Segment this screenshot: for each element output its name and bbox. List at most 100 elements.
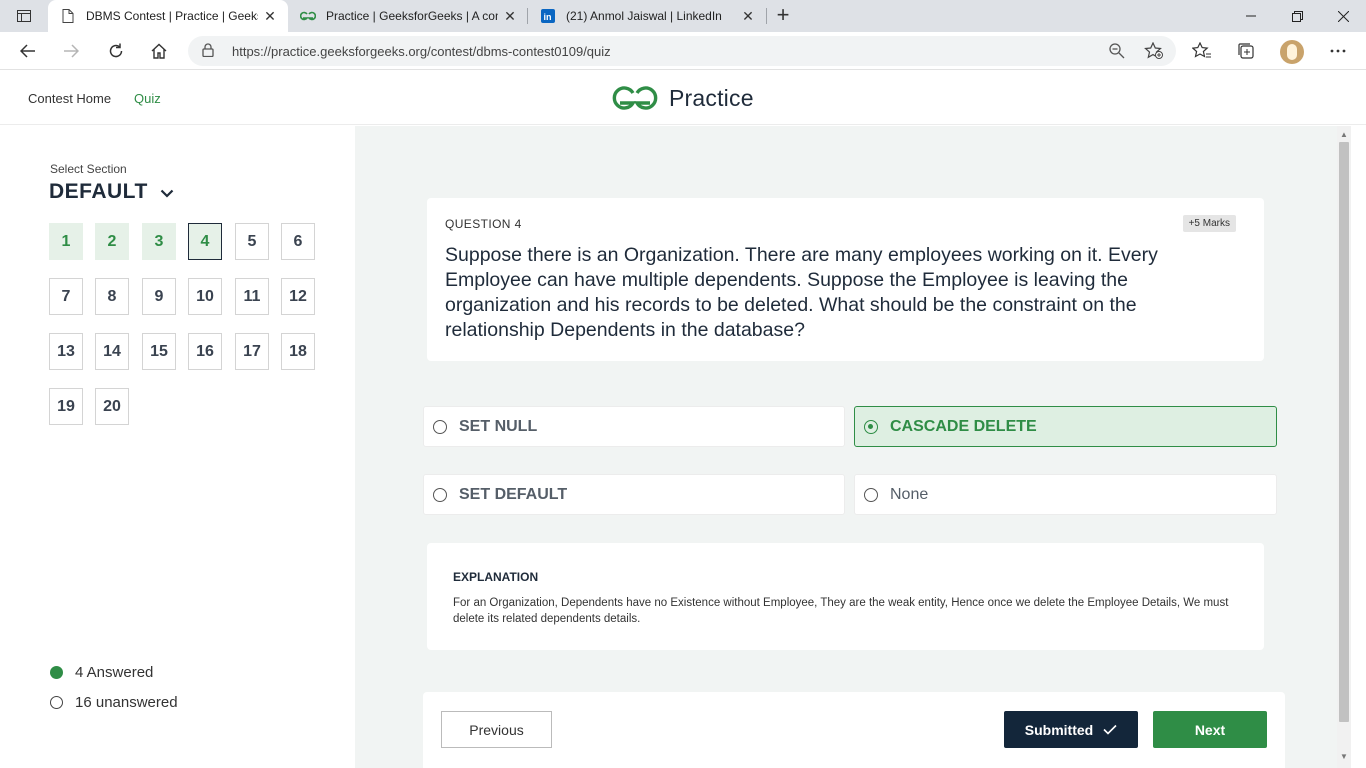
radio-icon[interactable] bbox=[864, 487, 878, 502]
previous-button[interactable]: Previous bbox=[441, 711, 552, 748]
add-favorite-icon[interactable] bbox=[1144, 41, 1164, 65]
home-icon[interactable] bbox=[145, 37, 173, 65]
nav-contest-home[interactable]: Contest Home bbox=[28, 91, 111, 106]
question-button-4[interactable]: 4 bbox=[188, 223, 222, 260]
document-icon bbox=[60, 8, 76, 24]
favorites-icon[interactable] bbox=[1192, 41, 1212, 61]
explanation-card: EXPLANATION For an Organization, Depende… bbox=[427, 543, 1264, 650]
option-label: SET DEFAULT bbox=[459, 485, 568, 503]
radio-icon[interactable] bbox=[433, 487, 447, 502]
question-button-9[interactable]: 9 bbox=[142, 278, 176, 315]
question-button-15[interactable]: 15 bbox=[142, 333, 176, 370]
unanswered-count: 16 unanswered bbox=[75, 694, 178, 711]
option-set-default[interactable]: SET DEFAULT bbox=[423, 474, 845, 515]
linkedin-icon: in bbox=[540, 8, 556, 24]
question-button-20[interactable]: 20 bbox=[95, 388, 129, 425]
answered-count: 4 Answered bbox=[75, 664, 154, 681]
option-set-null[interactable]: SET NULL bbox=[423, 406, 845, 447]
scrollbar-thumb[interactable] bbox=[1339, 142, 1349, 722]
more-menu-icon[interactable] bbox=[1328, 41, 1348, 61]
nav-quiz[interactable]: Quiz bbox=[134, 91, 161, 106]
scroll-down-icon[interactable]: ▼ bbox=[1340, 752, 1348, 761]
option-label: None bbox=[890, 485, 929, 503]
close-tab-icon[interactable]: ✕ bbox=[262, 8, 278, 25]
next-button[interactable]: Next bbox=[1153, 711, 1267, 748]
back-icon[interactable] bbox=[14, 37, 42, 65]
chevron-down-icon bbox=[160, 180, 174, 204]
svg-text:in: in bbox=[544, 12, 552, 22]
question-text: Suppose there is an Organization. There … bbox=[445, 244, 1158, 341]
submitted-button[interactable]: Submitted bbox=[1004, 711, 1138, 748]
option-label: CASCADE DELETE bbox=[890, 417, 1037, 435]
question-button-11[interactable]: 11 bbox=[235, 278, 269, 315]
url-text[interactable]: https://practice.geeksforgeeks.org/conte… bbox=[232, 44, 611, 59]
tab-linkedin[interactable]: in (21) Anmol Jaiswal | LinkedIn ✕ bbox=[528, 0, 766, 32]
restore-icon[interactable] bbox=[1274, 0, 1320, 32]
answered-dot-icon bbox=[50, 666, 63, 679]
question-button-19[interactable]: 19 bbox=[49, 388, 83, 425]
tab-title: DBMS Contest | Practice | Geeksf bbox=[86, 9, 258, 23]
question-button-1[interactable]: 1 bbox=[49, 223, 83, 260]
quiz-footer: Previous Submitted Next bbox=[423, 692, 1285, 768]
radio-icon[interactable] bbox=[433, 419, 447, 434]
tab-actions-icon[interactable] bbox=[10, 6, 38, 26]
gfg-logo-icon bbox=[612, 86, 658, 110]
browser-toolbar: https://practice.geeksforgeeks.org/conte… bbox=[0, 32, 1366, 70]
option-cascade-delete[interactable]: CASCADE DELETE bbox=[854, 406, 1277, 447]
minimize-icon[interactable] bbox=[1228, 0, 1274, 32]
explanation-text: For an Organization, Dependents have no … bbox=[453, 597, 1229, 625]
select-section-label: Select Section bbox=[50, 162, 127, 176]
question-button-12[interactable]: 12 bbox=[281, 278, 315, 315]
zoom-out-icon[interactable] bbox=[1108, 42, 1126, 65]
tab-title: Practice | GeeksforGeeks | A com bbox=[326, 9, 498, 23]
unanswered-legend: 16 unanswered bbox=[50, 694, 178, 711]
question-button-13[interactable]: 13 bbox=[49, 333, 83, 370]
lock-icon[interactable] bbox=[202, 43, 214, 62]
page-scrollbar[interactable]: ▲ ▼ bbox=[1337, 126, 1351, 768]
close-tab-icon[interactable]: ✕ bbox=[502, 8, 518, 25]
question-button-16[interactable]: 16 bbox=[188, 333, 222, 370]
submitted-label: Submitted bbox=[1024, 721, 1094, 738]
question-button-10[interactable]: 10 bbox=[188, 278, 222, 315]
logo-text: Practice bbox=[669, 84, 754, 111]
unanswered-dot-icon bbox=[50, 696, 63, 709]
scroll-up-icon[interactable]: ▲ bbox=[1340, 130, 1348, 139]
close-window-icon[interactable] bbox=[1320, 0, 1366, 32]
right-gutter bbox=[1351, 126, 1366, 768]
site-header: Contest Home Quiz Practice bbox=[0, 71, 1366, 125]
question-button-5[interactable]: 5 bbox=[235, 223, 269, 260]
new-tab-icon[interactable]: + bbox=[772, 4, 794, 27]
question-button-6[interactable]: 6 bbox=[281, 223, 315, 260]
question-number: QUESTION 4 bbox=[445, 217, 522, 231]
tab-title: (21) Anmol Jaiswal | LinkedIn bbox=[566, 9, 722, 23]
question-button-17[interactable]: 17 bbox=[235, 333, 269, 370]
close-tab-icon[interactable]: ✕ bbox=[740, 8, 756, 25]
answered-legend: 4 Answered bbox=[50, 664, 153, 681]
section-value: DEFAULT bbox=[49, 180, 148, 203]
tab-separator bbox=[766, 8, 767, 24]
gfg-practice-logo[interactable]: Practice bbox=[609, 83, 754, 113]
option-label: SET NULL bbox=[459, 417, 538, 435]
explanation-title: EXPLANATION bbox=[453, 570, 539, 584]
question-sidebar: Select Section DEFAULT 1 2 3 4 5 6 7 8 9 10 11 12 13… bbox=[0, 126, 355, 768]
question-button-7[interactable]: 7 bbox=[49, 278, 83, 315]
check-icon bbox=[1103, 722, 1117, 738]
question-button-8[interactable]: 8 bbox=[95, 278, 129, 315]
question-button-2[interactable]: 2 bbox=[95, 223, 129, 260]
marks-badge: +5 Marks bbox=[1182, 215, 1236, 232]
tab-practice-gfg[interactable]: Practice | GeeksforGeeks | A com ✕ bbox=[288, 0, 528, 32]
address-bar[interactable]: https://practice.geeksforgeeks.org/conte… bbox=[188, 36, 1176, 66]
tab-dbms-contest[interactable]: DBMS Contest | Practice | Geeksf ✕ bbox=[48, 0, 288, 32]
refresh-icon[interactable] bbox=[102, 37, 130, 65]
question-button-18[interactable]: 18 bbox=[281, 333, 315, 370]
profile-avatar[interactable] bbox=[1280, 40, 1304, 64]
collections-icon[interactable] bbox=[1236, 41, 1256, 61]
question-button-3[interactable]: 3 bbox=[142, 223, 176, 260]
radio-selected-icon[interactable] bbox=[864, 419, 878, 434]
question-button-14[interactable]: 14 bbox=[95, 333, 129, 370]
forward-icon[interactable] bbox=[57, 37, 85, 65]
browser-tab-bar: DBMS Contest | Practice | Geeksf ✕ Pract… bbox=[0, 0, 1366, 32]
question-card: QUESTION 4 +5 Marks Suppose there is an … bbox=[427, 198, 1264, 361]
section-dropdown[interactable]: DEFAULT bbox=[49, 180, 174, 204]
option-none[interactable]: None bbox=[854, 474, 1277, 515]
